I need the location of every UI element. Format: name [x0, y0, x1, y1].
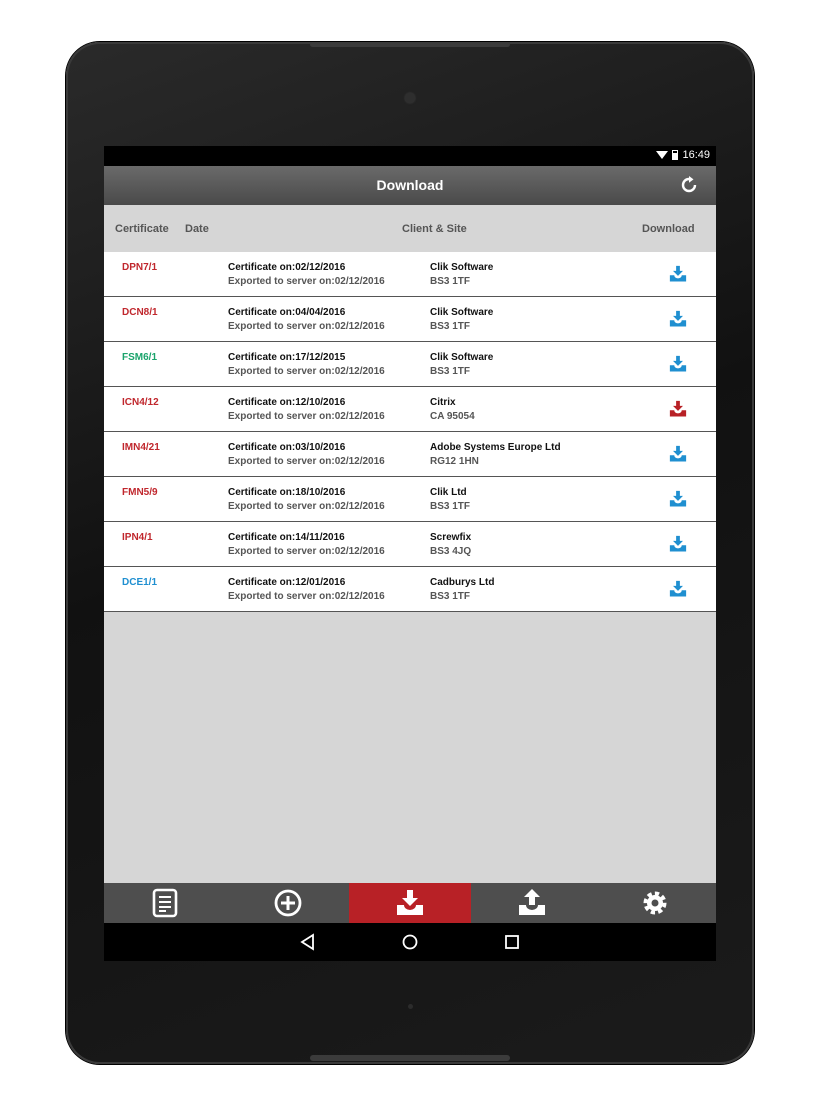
site-postcode: RG12 1HN: [430, 456, 479, 467]
exported-date: Exported to server on:02/12/2016: [228, 411, 385, 422]
certificate-date: Certificate on:03/10/2016: [228, 442, 346, 453]
certificate-id: DPN7/1: [122, 262, 158, 273]
certificate-id: FSM6/1: [122, 352, 158, 363]
column-header: Certificate Date Client & Site Download: [104, 205, 716, 252]
col-certificate: Certificate: [115, 223, 169, 235]
table-row[interactable]: ICN4/12 Certificate on:12/10/2016 Exported…: [104, 387, 716, 432]
download-icon[interactable]: [668, 489, 688, 509]
client-name: Clik Software: [430, 262, 494, 273]
site-postcode: BS3 1TF: [430, 591, 471, 602]
bottom-nav: [104, 883, 716, 923]
tablet-bottom-edge: [310, 1055, 510, 1061]
recents-icon[interactable]: [502, 932, 522, 952]
exported-date: Exported to server on:02/12/2016: [228, 546, 385, 557]
add-circle-icon: [274, 889, 302, 917]
site-postcode: BS3 1TF: [430, 321, 471, 332]
table-row[interactable]: DPN7/1 Certificate on:02/12/2016 Exported …: [104, 252, 716, 297]
certificate-id: DCE1/1: [122, 577, 158, 588]
exported-date: Exported to server on:02/12/2016: [228, 456, 385, 467]
download-icon[interactable]: [668, 579, 688, 599]
android-nav-bar: [104, 923, 716, 961]
certificate-list: DPN7/1 Certificate on:02/12/2016 Exported …: [104, 252, 716, 612]
client-name: Clik Software: [430, 307, 494, 318]
front-camera: [405, 93, 415, 103]
col-download: Download: [642, 223, 695, 235]
site-postcode: BS3 1TF: [430, 501, 471, 512]
download-icon[interactable]: [668, 444, 688, 464]
gear-icon: [643, 891, 667, 915]
certificate-date: Certificate on:12/01/2016: [228, 577, 346, 588]
table-row[interactable]: FMN5/9 Certificate on:18/10/2016 Exported …: [104, 477, 716, 522]
client-name: Cadburys Ltd: [430, 577, 495, 588]
back-icon[interactable]: [298, 932, 318, 952]
tablet-top-edge: [310, 42, 510, 47]
document-list-icon: [152, 888, 178, 918]
nav-tab-new[interactable]: [226, 883, 348, 923]
exported-date: Exported to server on:02/12/2016: [228, 501, 385, 512]
certificate-date: Certificate on:14/11/2016: [228, 532, 345, 543]
table-row[interactable]: FSM6/1 Certificate on:17/12/2015 Exported …: [104, 342, 716, 387]
page-title: Download: [376, 177, 444, 193]
client-name: Screwfix: [430, 532, 472, 543]
download-icon[interactable]: [668, 354, 688, 374]
client-name: Adobe Systems Europe Ltd: [430, 442, 561, 453]
exported-date: Exported to server on:02/12/2016: [228, 591, 385, 602]
status-time: 16:49: [682, 149, 710, 161]
col-client-site: Client & Site: [402, 223, 467, 235]
nav-tab-certificates[interactable]: [104, 883, 226, 923]
table-row[interactable]: DCE1/1 Certificate on:12/01/2016 Exported …: [104, 567, 716, 612]
nav-tab-upload[interactable]: [471, 883, 593, 923]
upload-tray-icon: [519, 889, 546, 915]
exported-date: Exported to server on:02/12/2016: [228, 276, 385, 287]
certificate-id: ICN4/12: [122, 397, 159, 408]
download-icon[interactable]: [668, 399, 688, 419]
site-postcode: BS3 1TF: [430, 276, 471, 287]
battery-icon: [672, 150, 679, 160]
certificate-date: Certificate on:17/12/2015: [228, 352, 346, 363]
status-bar: 16:49: [104, 146, 716, 166]
certificate-id: FMN5/9: [122, 487, 158, 498]
table-row[interactable]: DCN8/1 Certificate on:04/04/2016 Exported …: [104, 297, 716, 342]
nav-tab-settings[interactable]: [594, 883, 716, 923]
light-sensor: [408, 1004, 413, 1009]
app-bar: Download: [104, 166, 716, 205]
site-postcode: CA 95054: [430, 411, 475, 422]
site-postcode: BS3 1TF: [430, 366, 471, 377]
wifi-icon: [656, 151, 669, 159]
download-icon[interactable]: [668, 534, 688, 554]
home-icon[interactable]: [400, 932, 420, 952]
exported-date: Exported to server on:02/12/2016: [228, 321, 385, 332]
certificate-date: Certificate on:04/04/2016: [228, 307, 346, 318]
app-screen: 16:49 Download Certificate Date Client &…: [104, 146, 716, 961]
download-icon[interactable]: [668, 309, 688, 329]
col-date: Date: [185, 223, 209, 235]
download-tray-icon: [397, 890, 424, 915]
certificate-date: Certificate on:02/12/2016: [228, 262, 346, 273]
table-row[interactable]: IPN4/1 Certificate on:14/11/2016 Exported …: [104, 522, 716, 567]
client-name: Clik Ltd: [430, 487, 467, 498]
certificate-id: IMN4/21: [122, 442, 160, 453]
client-name: Clik Software: [430, 352, 494, 363]
certificate-date: Certificate on:12/10/2016: [228, 397, 346, 408]
refresh-icon[interactable]: [680, 176, 698, 194]
table-row[interactable]: IMN4/21 Certificate on:03/10/2016 Exported…: [104, 432, 716, 477]
certificate-id: IPN4/1: [122, 532, 153, 543]
download-icon[interactable]: [668, 264, 688, 284]
client-name: Citrix: [430, 397, 456, 408]
certificate-id: DCN8/1: [122, 307, 158, 318]
site-postcode: BS3 4JQ: [430, 546, 472, 557]
exported-date: Exported to server on:02/12/2016: [228, 366, 385, 377]
certificate-date: Certificate on:18/10/2016: [228, 487, 346, 498]
nav-tab-download[interactable]: [348, 883, 472, 923]
